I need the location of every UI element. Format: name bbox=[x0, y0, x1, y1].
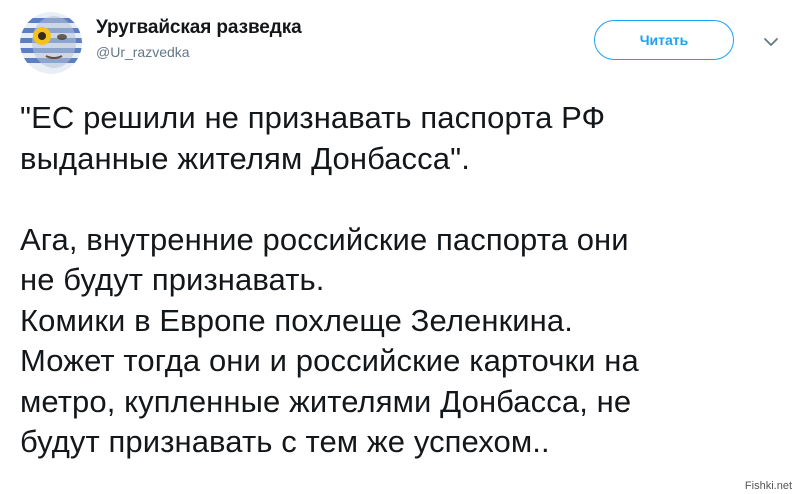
chevron-down-icon[interactable] bbox=[762, 35, 780, 49]
author-display-name[interactable]: Уругвайская разведка bbox=[96, 16, 302, 40]
author-handle[interactable]: @Ur_razvedka bbox=[96, 42, 302, 62]
tweet-paragraph-spacer bbox=[20, 179, 780, 220]
tweet-text: "ЕС решили не признавать паспорта РФ выд… bbox=[20, 98, 780, 463]
avatar-image bbox=[20, 12, 82, 74]
watermark: Fishki.net bbox=[744, 480, 792, 492]
tweet-paragraph-body: Ага, внутренние российские паспорта они … bbox=[20, 221, 639, 460]
tweet-card: Уругвайская разведка @Ur_razvedka Читать… bbox=[0, 0, 796, 494]
tweet-paragraph-quote: "ЕС решили не признавать паспорта РФ выд… bbox=[20, 100, 606, 176]
follow-button[interactable]: Читать bbox=[594, 20, 734, 60]
avatar[interactable] bbox=[20, 12, 82, 74]
author-block: Уругвайская разведка @Ur_razvedka bbox=[96, 16, 302, 62]
